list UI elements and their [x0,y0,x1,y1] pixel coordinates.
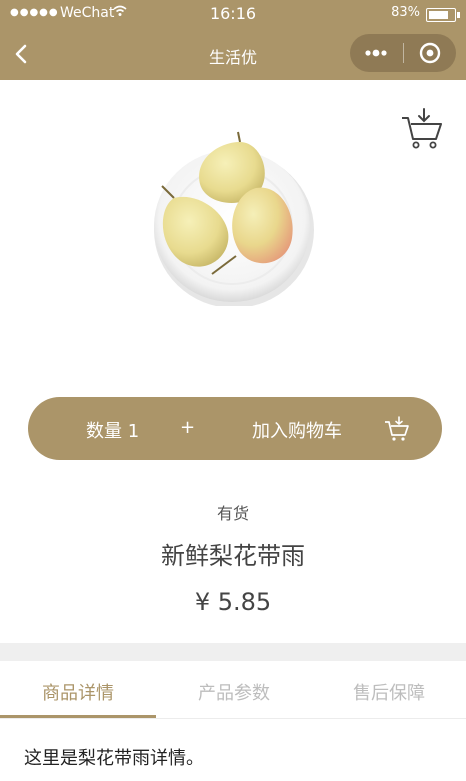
stock-status: 有货 [216,504,249,523]
battery-percent: 83% [391,5,420,20]
product-price: ¥ 5.85 [194,588,272,616]
quantity-plus-button[interactable]: + [180,417,195,438]
product-image [148,128,318,308]
navigation-bar: 生活优 [0,28,466,80]
cart-download-icon[interactable] [400,108,444,150]
more-dots-icon[interactable] [350,34,403,72]
close-target-icon[interactable] [404,34,456,72]
active-tab-indicator [0,715,156,718]
cart-download-icon[interactable] [384,416,410,442]
battery-icon [426,8,460,22]
tab-product-details[interactable]: 商品详情 [0,679,156,705]
purchase-action-bar: 数量 1 + 加入购物车 [28,397,442,460]
mini-program-capsule [350,34,456,72]
add-to-cart-button[interactable]: 加入购物车 [252,417,342,443]
status-bar: ●●●●● WeChat 16:16 83% [0,0,466,28]
detail-tabs: 商品详情 产品参数 售后保障 [0,661,466,719]
product-detail-text: 这里是梨花带雨详情。 [24,748,204,769]
quantity-label[interactable]: 数量 1 [86,417,139,443]
tab-product-params[interactable]: 产品参数 [156,679,312,705]
product-name: 新鲜梨花带雨 [161,542,305,570]
section-divider [0,643,466,661]
tab-after-sales[interactable]: 售后保障 [311,679,466,705]
